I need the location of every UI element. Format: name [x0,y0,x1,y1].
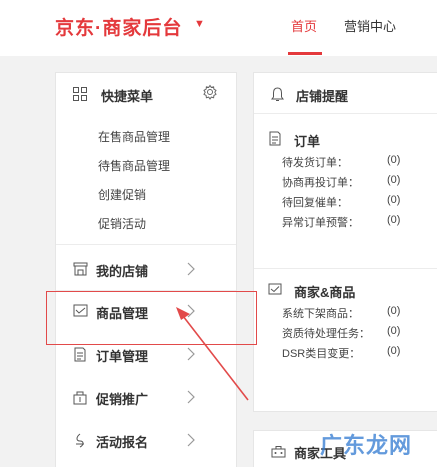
caret-down-icon[interactable]: ▼ [194,18,205,30]
merchant-section-title: 商家&商品 [294,285,356,300]
divider [254,268,437,269]
grid-icon [72,86,88,102]
orders-section-title: 订单 [294,134,321,149]
quick-link-promotions[interactable]: 促销活动 [98,215,146,232]
store-icon [72,261,88,277]
quick-menu-title: 快捷菜单 [101,89,154,104]
delisted-products-count[interactable]: (0) [387,305,400,317]
pending-shipment-label[interactable]: 待发货订单： [282,154,348,170]
nav-marketing[interactable]: 营销中心 [344,16,396,35]
pending-reply-count[interactable]: (0) [387,194,400,206]
promotion-icon [72,389,88,405]
qualification-tasks-label[interactable]: 资质待处理任务： [282,325,370,341]
left-menu-panel: 快捷菜单 在售商品管理 待售商品管理 创建促销 促销活动 我的店铺 商品管理 订… [55,72,237,467]
gear-icon[interactable] [202,84,220,102]
reminder-title: 店铺提醒 [296,89,349,104]
merchant-product-icon [268,282,282,298]
brand-title[interactable]: 京东·商家后台 [55,13,182,40]
top-header: 京东·商家后台 ▼ 首页 营销中心 [0,0,437,56]
qualification-tasks-count[interactable]: (0) [387,325,400,337]
renegotiated-order-count[interactable]: (0) [387,174,400,186]
menu-order-management[interactable]: 订单管理 [96,346,148,365]
chevron-right-icon[interactable] [186,347,200,361]
chevron-right-icon[interactable] [186,390,200,404]
chevron-right-icon[interactable] [186,433,200,447]
abnormal-order-count[interactable]: (0) [387,214,400,226]
quick-link-on-sale[interactable]: 在售商品管理 [98,128,170,145]
bell-icon [270,86,284,102]
pending-shipment-count[interactable]: (0) [387,154,400,166]
menu-my-store[interactable]: 我的店铺 [96,261,148,280]
renegotiated-order-label[interactable]: 协商再投订单： [282,174,359,190]
order-icon [72,346,88,362]
quick-link-pending-sale[interactable]: 待售商品管理 [98,157,170,174]
abnormal-order-label[interactable]: 异常订单预警： [282,214,359,230]
store-reminder-panel: 店铺提醒 订单 待发货订单： (0) 协商再投订单： (0) 待回复催单： (0… [253,72,437,412]
divider [254,113,437,114]
quick-link-create-promotion[interactable]: 创建促销 [98,186,146,203]
dsr-category-count[interactable]: (0) [387,345,400,357]
menu-activity-signup[interactable]: 活动报名 [96,432,148,451]
menu-promotion[interactable]: 促销推广 [96,389,148,408]
delisted-products-label[interactable]: 系统下架商品： [282,305,359,321]
order-list-icon [268,130,282,146]
nav-home[interactable]: 首页 [291,16,317,35]
active-tab-indicator [288,52,322,55]
watermark: 广东龙网 [320,433,413,458]
highlight-box [46,291,257,345]
activity-icon [72,432,88,448]
toolbox-icon [270,444,286,458]
chevron-right-icon[interactable] [186,262,200,276]
dsr-category-label[interactable]: DSR类目变更： [282,345,360,361]
pending-reply-label[interactable]: 待回复催单： [282,194,348,210]
divider [56,244,236,245]
